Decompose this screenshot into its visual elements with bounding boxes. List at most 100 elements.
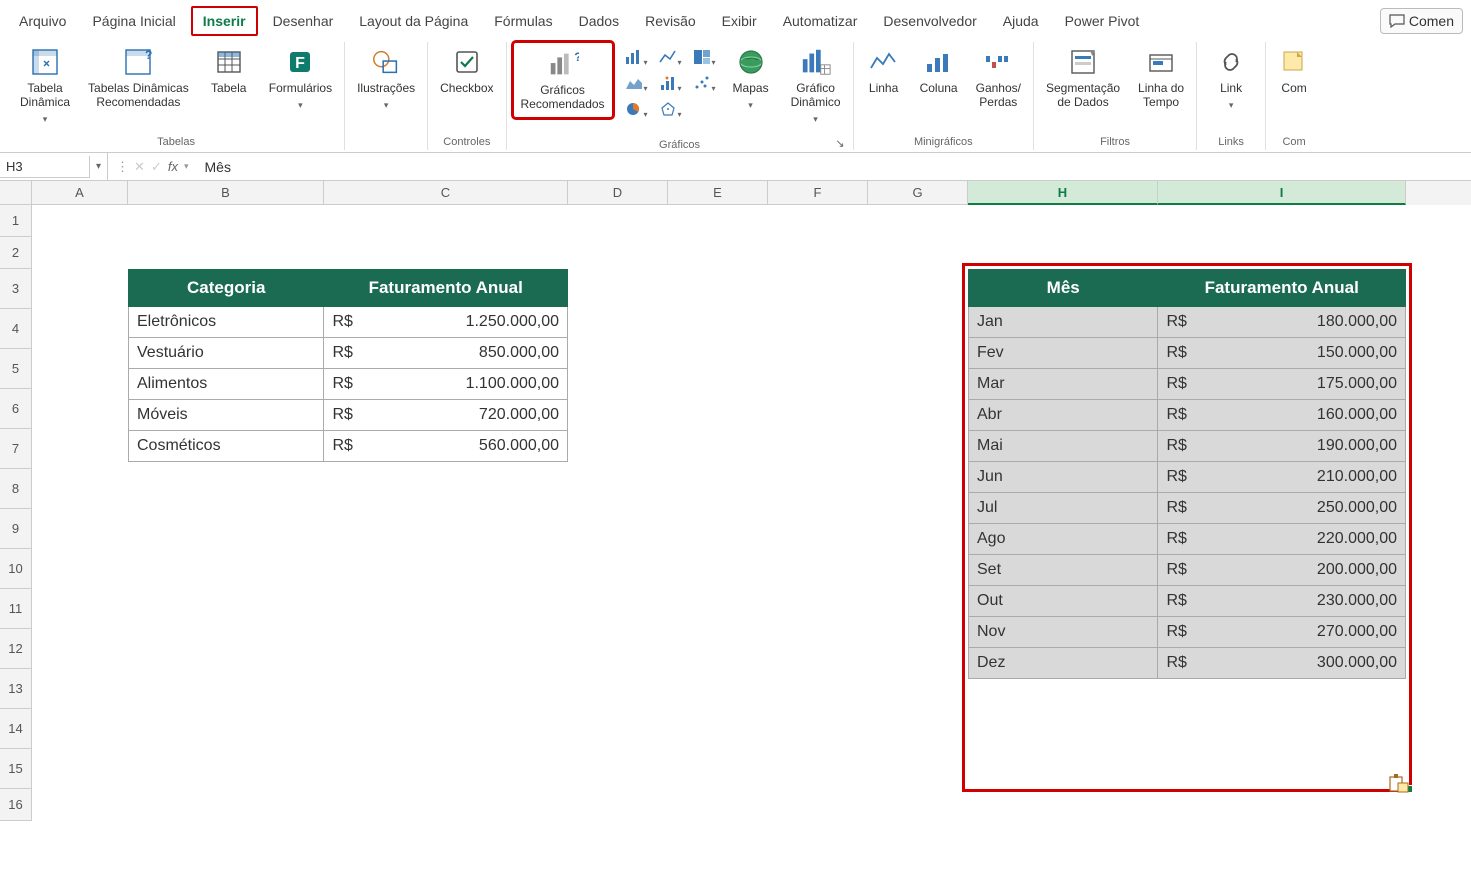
table-categoria-header-cat[interactable]: Categoria: [129, 270, 324, 307]
cell-faturamento[interactable]: R$210.000,00: [1158, 462, 1406, 493]
row-header-7[interactable]: 7: [0, 429, 32, 469]
cell-faturamento[interactable]: R$270.000,00: [1158, 617, 1406, 648]
timeline-button[interactable]: Linha do Tempo: [1132, 42, 1190, 114]
select-all-corner[interactable]: [0, 181, 32, 205]
formula-input[interactable]: Mês: [197, 156, 1471, 178]
tab-ajuda[interactable]: Ajuda: [992, 7, 1050, 35]
cell-mes[interactable]: Nov: [969, 617, 1158, 648]
name-box-dropdown[interactable]: ▾: [90, 153, 108, 180]
table-mes[interactable]: Mês Faturamento Anual JanR$180.000,00Fev…: [968, 269, 1406, 679]
tab-desenhar[interactable]: Desenhar: [262, 7, 345, 35]
tab-inserir[interactable]: Inserir: [191, 6, 258, 36]
cell-mes[interactable]: Jul: [969, 493, 1158, 524]
cell-faturamento[interactable]: R$220.000,00: [1158, 524, 1406, 555]
cell-mes[interactable]: Mai: [969, 431, 1158, 462]
table-button[interactable]: Tabela: [201, 42, 257, 100]
table-row[interactable]: JulR$250.000,00: [969, 493, 1406, 524]
table-row[interactable]: JanR$180.000,00: [969, 307, 1406, 338]
tab-dados[interactable]: Dados: [568, 7, 630, 35]
row-header-5[interactable]: 5: [0, 349, 32, 389]
comment-insert-button[interactable]: Com: [1272, 42, 1316, 100]
table-row[interactable]: OutR$230.000,00: [969, 586, 1406, 617]
col-header-A[interactable]: A: [32, 181, 128, 205]
recommended-charts-button[interactable]: ? Gráficos Recomendados: [513, 42, 613, 118]
tab-layout-da-página[interactable]: Layout da Página: [348, 7, 479, 35]
row-header-8[interactable]: 8: [0, 469, 32, 509]
illustrations-button[interactable]: Ilustrações ▾: [351, 42, 421, 115]
cell-faturamento[interactable]: R$175.000,00: [1158, 369, 1406, 400]
row-header-3[interactable]: 3: [0, 269, 32, 309]
line-chart-button[interactable]: ▾: [653, 46, 683, 68]
cell-faturamento[interactable]: R$1.100.000,00: [324, 369, 568, 400]
cell-faturamento[interactable]: R$850.000,00: [324, 338, 568, 369]
table-mes-header-mes[interactable]: Mês: [969, 270, 1158, 307]
cell-faturamento[interactable]: R$180.000,00: [1158, 307, 1406, 338]
row-header-9[interactable]: 9: [0, 509, 32, 549]
area-chart-button[interactable]: ▾: [619, 72, 649, 94]
tab-arquivo[interactable]: Arquivo: [8, 7, 77, 35]
radar-chart-button[interactable]: ▾: [653, 98, 683, 120]
table-row[interactable]: DezR$300.000,00: [969, 648, 1406, 679]
cell-mes[interactable]: Ago: [969, 524, 1158, 555]
table-row[interactable]: FevR$150.000,00: [969, 338, 1406, 369]
slicer-button[interactable]: Segmentação de Dados: [1040, 42, 1126, 114]
cell-mes[interactable]: Mar: [969, 369, 1158, 400]
col-header-C[interactable]: C: [324, 181, 568, 205]
pivot-chart-button[interactable]: Gráfico Dinâmico ▾: [785, 42, 847, 129]
cell-mes[interactable]: Abr: [969, 400, 1158, 431]
row-header-10[interactable]: 10: [0, 549, 32, 589]
tab-desenvolvedor[interactable]: Desenvolvedor: [872, 7, 987, 35]
table-row[interactable]: AlimentosR$1.100.000,00: [129, 369, 568, 400]
col-header-E[interactable]: E: [668, 181, 768, 205]
cell-categoria[interactable]: Cosméticos: [129, 431, 324, 462]
more-options-icon[interactable]: ⋮: [116, 159, 128, 175]
row-header-13[interactable]: 13: [0, 669, 32, 709]
cell-mes[interactable]: Out: [969, 586, 1158, 617]
cell-categoria[interactable]: Alimentos: [129, 369, 324, 400]
col-header-D[interactable]: D: [568, 181, 668, 205]
pie-chart-button[interactable]: ▾: [619, 98, 649, 120]
cell-mes[interactable]: Set: [969, 555, 1158, 586]
fx-icon[interactable]: fx: [168, 159, 178, 174]
tab-página-inicial[interactable]: Página Inicial: [81, 7, 186, 35]
table-categoria[interactable]: Categoria Faturamento Anual EletrônicosR…: [128, 269, 568, 462]
maps-button[interactable]: Mapas ▾: [723, 42, 779, 115]
stat-chart-button[interactable]: ▾: [653, 72, 683, 94]
table-mes-header-val[interactable]: Faturamento Anual: [1158, 270, 1406, 307]
sparkline-line-button[interactable]: Linha: [860, 42, 908, 100]
table-row[interactable]: JunR$210.000,00: [969, 462, 1406, 493]
col-header-G[interactable]: G: [868, 181, 968, 205]
col-header-H[interactable]: H: [968, 181, 1158, 205]
table-row[interactable]: EletrônicosR$1.250.000,00: [129, 307, 568, 338]
sparkline-winloss-button[interactable]: Ganhos/ Perdas: [970, 42, 1027, 114]
cell-faturamento[interactable]: R$720.000,00: [324, 400, 568, 431]
link-button[interactable]: Link ▾: [1203, 42, 1259, 115]
col-header-B[interactable]: B: [128, 181, 324, 205]
row-header-4[interactable]: 4: [0, 309, 32, 349]
comments-button[interactable]: Comen: [1380, 8, 1463, 34]
cell-faturamento[interactable]: R$250.000,00: [1158, 493, 1406, 524]
recommended-pivot-button[interactable]: ? Tabelas Dinâmicas Recomendadas: [82, 42, 195, 114]
cell-faturamento[interactable]: R$1.250.000,00: [324, 307, 568, 338]
table-row[interactable]: AgoR$220.000,00: [969, 524, 1406, 555]
col-header-F[interactable]: F: [768, 181, 868, 205]
col-header-I[interactable]: I: [1158, 181, 1406, 205]
name-box[interactable]: H3: [0, 156, 90, 178]
table-categoria-header-val[interactable]: Faturamento Anual: [324, 270, 568, 307]
tab-revisão[interactable]: Revisão: [634, 7, 707, 35]
row-header-6[interactable]: 6: [0, 389, 32, 429]
cell-faturamento[interactable]: R$190.000,00: [1158, 431, 1406, 462]
cell-faturamento[interactable]: R$560.000,00: [324, 431, 568, 462]
cell-mes[interactable]: Dez: [969, 648, 1158, 679]
cell-faturamento[interactable]: R$200.000,00: [1158, 555, 1406, 586]
cell-categoria[interactable]: Eletrônicos: [129, 307, 324, 338]
tab-power-pivot[interactable]: Power Pivot: [1054, 7, 1151, 35]
cell-faturamento[interactable]: R$160.000,00: [1158, 400, 1406, 431]
sparkline-column-button[interactable]: Coluna: [914, 42, 964, 100]
dialog-launcher-icon[interactable]: ↘: [835, 137, 844, 150]
tab-exibir[interactable]: Exibir: [711, 7, 768, 35]
row-header-14[interactable]: 14: [0, 709, 32, 749]
tab-automatizar[interactable]: Automatizar: [772, 7, 869, 35]
cell-categoria[interactable]: Vestuário: [129, 338, 324, 369]
checkbox-button[interactable]: Checkbox: [434, 42, 499, 100]
